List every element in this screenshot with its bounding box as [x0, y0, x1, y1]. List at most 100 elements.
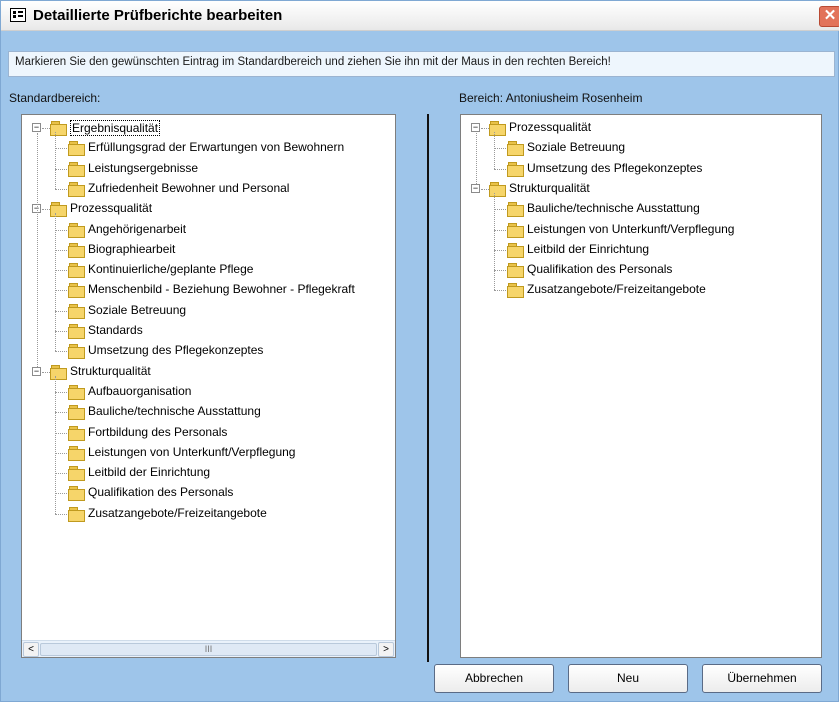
instruction-text: Markieren Sie den gewünschten Eintrag im…	[8, 51, 835, 77]
tree-group-label: Strukturqualität	[70, 363, 151, 378]
folder-icon	[68, 405, 85, 421]
scroll-left-button[interactable]: <	[23, 642, 39, 657]
tree-connector	[494, 132, 495, 169]
tree-connector	[55, 513, 67, 515]
tree-connector	[42, 209, 50, 211]
tree-connector	[55, 229, 67, 231]
folder-icon	[68, 384, 85, 400]
tree-connector	[55, 270, 67, 272]
tree-connector	[476, 133, 477, 184]
tree-item-label: Aufbauorganisation	[88, 383, 192, 398]
tree-item-label: Soziale Betreuung	[88, 302, 187, 317]
folder-icon	[507, 202, 524, 218]
tree-connector	[55, 132, 56, 189]
folder-icon	[68, 466, 85, 482]
folder-icon	[489, 121, 506, 136]
panel-divider	[427, 114, 429, 662]
folder-icon	[507, 242, 524, 258]
tree-item-label: Biographiearbeit	[88, 241, 176, 256]
folder-icon	[68, 303, 85, 319]
folder-icon	[68, 222, 85, 238]
tree-connector	[55, 412, 67, 414]
tree-item-label: Leistungen von Unterkunft/Verpflegung	[88, 444, 296, 459]
folder-icon	[68, 283, 85, 299]
tree-connector	[55, 391, 67, 393]
folder-icon	[507, 263, 524, 279]
folder-icon	[507, 161, 524, 177]
folder-icon	[50, 364, 67, 380]
tree-connector	[37, 133, 38, 367]
tree-item-label: Leitbild der Einrichtung	[88, 465, 211, 480]
folder-icon	[507, 222, 524, 238]
window-title: Detaillierte Prüfberichte bearbeiten	[33, 7, 283, 24]
collapse-toggle-icon[interactable]: −	[32, 366, 41, 376]
tree-connector	[481, 188, 489, 190]
tree-connector	[55, 375, 56, 514]
tree-connector	[494, 270, 506, 272]
folder-icon	[68, 324, 85, 339]
folder-icon	[489, 181, 506, 197]
tree-item-label: Zusatzangebote/Freizeitangebote	[88, 505, 267, 520]
facility-tree[interactable]: − Prozessqualität Soziale Betreuung Umsetzu…	[460, 114, 822, 658]
horizontal-scrollbar[interactable]: < III >	[22, 640, 395, 657]
folder-icon	[68, 344, 85, 360]
tree-connector	[494, 229, 506, 231]
tree-group-label: Prozessqualität	[509, 120, 592, 134]
collapse-toggle-icon[interactable]: −	[471, 123, 480, 132]
tree-group-label: Prozessqualität	[70, 201, 153, 216]
folder-icon	[50, 202, 67, 218]
tree-item-label: Standards	[88, 323, 143, 337]
apply-button[interactable]: Übernehmen	[702, 664, 822, 693]
tree-connector	[55, 249, 67, 251]
tree-item-label: Angehörigenarbeit	[88, 221, 187, 236]
collapse-toggle-icon[interactable]: −	[32, 123, 41, 132]
tree-item-label: Soziale Betreuung	[527, 140, 626, 155]
tree-connector	[55, 213, 56, 352]
tree-connector	[494, 192, 495, 291]
tree-item-label: Qualifikation des Personals	[527, 262, 673, 277]
new-button[interactable]: Neu	[568, 664, 688, 693]
tree-connector	[42, 128, 50, 129]
tree-item-label: Kontinuierliche/geplante Pflege	[88, 262, 254, 277]
standard-tree[interactable]: − Ergebnisqualität Erfüllungsgrad der Erwa…	[21, 114, 396, 658]
tree-item-label: Qualifikation des Personals	[88, 485, 234, 500]
tree-connector	[481, 128, 489, 129]
tree-group-label: Strukturqualität	[509, 180, 590, 195]
tree-connector	[55, 331, 67, 332]
scroll-right-button[interactable]: >	[378, 642, 394, 657]
title-bar[interactable]: Detaillierte Prüfberichte bearbeiten ✕	[1, 1, 839, 31]
tree-connector	[55, 432, 67, 434]
tree-item-label: Leistungen von Unterkunft/Verpflegung	[527, 221, 735, 236]
tree-connector	[55, 493, 67, 495]
folder-icon	[68, 181, 85, 197]
tree-connector	[55, 168, 67, 170]
tree-connector	[42, 371, 50, 373]
tree-item-label: Bauliche/technische Ausstattung	[527, 201, 700, 216]
cancel-button[interactable]: Abbrechen	[434, 664, 554, 693]
tree-connector	[55, 148, 67, 150]
tree-item-label: Bauliche/technische Ausstattung	[88, 404, 261, 419]
tree-connector	[494, 209, 506, 211]
folder-icon	[68, 506, 85, 522]
scroll-thumb[interactable]: III	[40, 643, 377, 656]
close-button[interactable]: ✕	[819, 6, 839, 27]
tree-item-label: Leistungsergebnisse	[88, 160, 199, 175]
tree-connector	[55, 473, 67, 475]
tree-item-label: Erfüllungsgrad der Erwartungen von Bewoh…	[88, 140, 345, 155]
tree-item-label: Fortbildung des Personals	[88, 424, 228, 439]
tree-item-label: Zufriedenheit Bewohner und Personal	[88, 180, 290, 195]
form-icon	[10, 8, 26, 22]
folder-icon	[68, 141, 85, 157]
tree-connector	[55, 188, 67, 190]
tree-connector	[55, 310, 67, 312]
tree-connector	[494, 249, 506, 251]
tree-connector	[494, 290, 506, 292]
tree-connector	[55, 290, 67, 292]
dialog-window: Detaillierte Prüfberichte bearbeiten ✕ M…	[0, 0, 839, 702]
folder-icon	[68, 263, 85, 279]
folder-icon	[507, 141, 524, 157]
collapse-toggle-icon[interactable]: −	[471, 183, 480, 193]
tree-connector	[55, 351, 67, 353]
folder-icon	[68, 242, 85, 258]
folder-icon	[50, 121, 67, 136]
